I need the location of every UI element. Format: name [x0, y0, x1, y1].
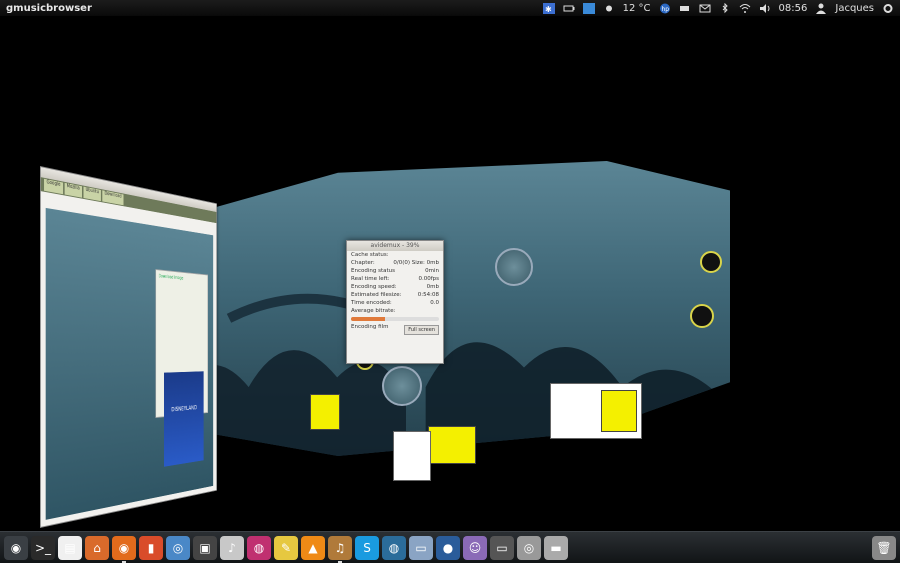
browser-tab[interactable]: Google — [44, 178, 63, 195]
terminal-icon[interactable]: >_ — [31, 535, 55, 560]
system-monitor-widget — [700, 251, 722, 273]
hp-printer-icon[interactable]: hp — [659, 3, 671, 14]
weather-icon[interactable]: ✱ — [542, 2, 555, 14]
home-folder-icon[interactable]: ⌂ — [85, 535, 109, 560]
dash-icon[interactable]: ◉ — [4, 535, 28, 560]
info-row: Cache status: — [351, 252, 389, 258]
notes-icon[interactable]: ✎ — [274, 535, 298, 560]
launcher-dock: ◉ >_ ▤ ⌂ ◉ ▮ ◎ ▣ ♪ ◍ ✎ ▲ ♫ S ◍ ▭ ● ☺ ▭ ◎ ▬ 🗑 — [0, 531, 900, 563]
sticky-note — [428, 426, 476, 464]
window-icon[interactable]: ▭ — [490, 535, 514, 560]
firefox-icon[interactable]: ◉ — [112, 535, 136, 563]
wifi-icon[interactable] — [739, 3, 751, 14]
notes-widget — [393, 431, 431, 481]
app-name[interactable]: gmusicbrowser — [6, 3, 92, 14]
network-manager-icon[interactable] — [582, 2, 595, 14]
notes-widget — [550, 383, 642, 439]
system-monitor-widget — [690, 304, 714, 328]
music-player-icon[interactable]: ♪ — [220, 535, 244, 560]
gmusicbrowser-icon[interactable]: ♫ — [328, 535, 352, 563]
download-title: Download image — [158, 273, 184, 282]
film-icon[interactable]: ▣ — [193, 535, 217, 560]
battery-icon[interactable] — [563, 3, 575, 14]
trash-icon[interactable]: 🗑 — [872, 535, 896, 560]
temperature[interactable]: 12 °C — [623, 3, 651, 14]
info-row: Estimated filesize: 0:54:08 — [351, 292, 439, 298]
poster-text: DISNEYLAND — [171, 404, 198, 414]
encode-window[interactable]: avidemux - 39% Cache status: Chapter: 0/0… — [346, 240, 444, 364]
vlc-icon[interactable]: ▲ — [301, 535, 325, 560]
browser-content[interactable]: Download image DISNEYLAND — [45, 207, 214, 520]
user-name[interactable]: Jacques — [835, 3, 874, 14]
window-title[interactable]: avidemux - 39% — [347, 241, 443, 251]
cd-icon[interactable]: ◎ — [517, 535, 541, 560]
media-icon[interactable]: ◍ — [247, 535, 271, 560]
info-row: Chapter: 0/0(0) Size: 0mb — [351, 260, 439, 266]
browser-tab[interactable]: Download — [102, 190, 124, 206]
battery-status-icon[interactable] — [679, 3, 691, 14]
sticky-note — [601, 390, 637, 432]
skype-icon[interactable]: S — [355, 535, 379, 560]
text-editor-icon[interactable]: ▤ — [58, 535, 82, 560]
wireless-icon[interactable]: ◍ — [382, 535, 406, 560]
chromium-icon[interactable]: ◎ — [166, 535, 190, 560]
clock-widget — [495, 248, 533, 286]
desktop-cube: avidemux - 39% Cache status: Chapter: 0/0… — [0, 16, 900, 531]
bluetooth-icon[interactable] — [719, 2, 731, 14]
browser-tab[interactable]: Mozilla — [64, 182, 82, 198]
poster-image: DISNEYLAND — [164, 371, 204, 467]
drop-icon[interactable]: ● — [436, 535, 460, 560]
pidgin-icon[interactable]: ☺ — [463, 535, 487, 560]
user-icon — [815, 3, 827, 14]
footer-row: Encoding film — [351, 324, 389, 330]
clock[interactable]: 08:56 — [779, 3, 808, 14]
cube-face — [170, 161, 730, 456]
info-row: Encoding speed: 0mb — [351, 284, 439, 290]
browser-tab[interactable]: Ubuntu — [83, 186, 102, 202]
sticky-note — [310, 394, 340, 430]
info-row: Real time left: 0.00fps — [351, 276, 439, 282]
info-row: Time encoded: 0.0 — [351, 300, 439, 306]
drive-icon[interactable]: ▬ — [544, 535, 568, 560]
info-row: Encoding status 0min — [351, 268, 439, 274]
browser-window[interactable]: Google Mozilla Ubuntu Download Download … — [40, 166, 217, 528]
sun-icon[interactable] — [603, 3, 615, 14]
screenshot-icon[interactable]: ▭ — [409, 535, 433, 560]
encode-progress-bar — [351, 317, 439, 321]
clapper-icon[interactable]: ▮ — [139, 535, 163, 560]
system-tray: ✱ 12 °C hp 08:56 Jacques — [542, 2, 894, 14]
info-row: Average bitrate: — [351, 308, 396, 314]
volume-icon[interactable] — [759, 3, 771, 14]
full-screen-button[interactable]: Full screen — [404, 325, 439, 335]
svg-text:hp: hp — [661, 6, 669, 13]
top-panel: gmusicbrowser ✱ 12 °C hp 08:56 Jacques — [0, 0, 900, 16]
gear-icon[interactable] — [882, 3, 894, 14]
mail-icon[interactable] — [699, 3, 711, 14]
svg-text:✱: ✱ — [545, 5, 552, 14]
clock-widget-small — [382, 366, 422, 406]
